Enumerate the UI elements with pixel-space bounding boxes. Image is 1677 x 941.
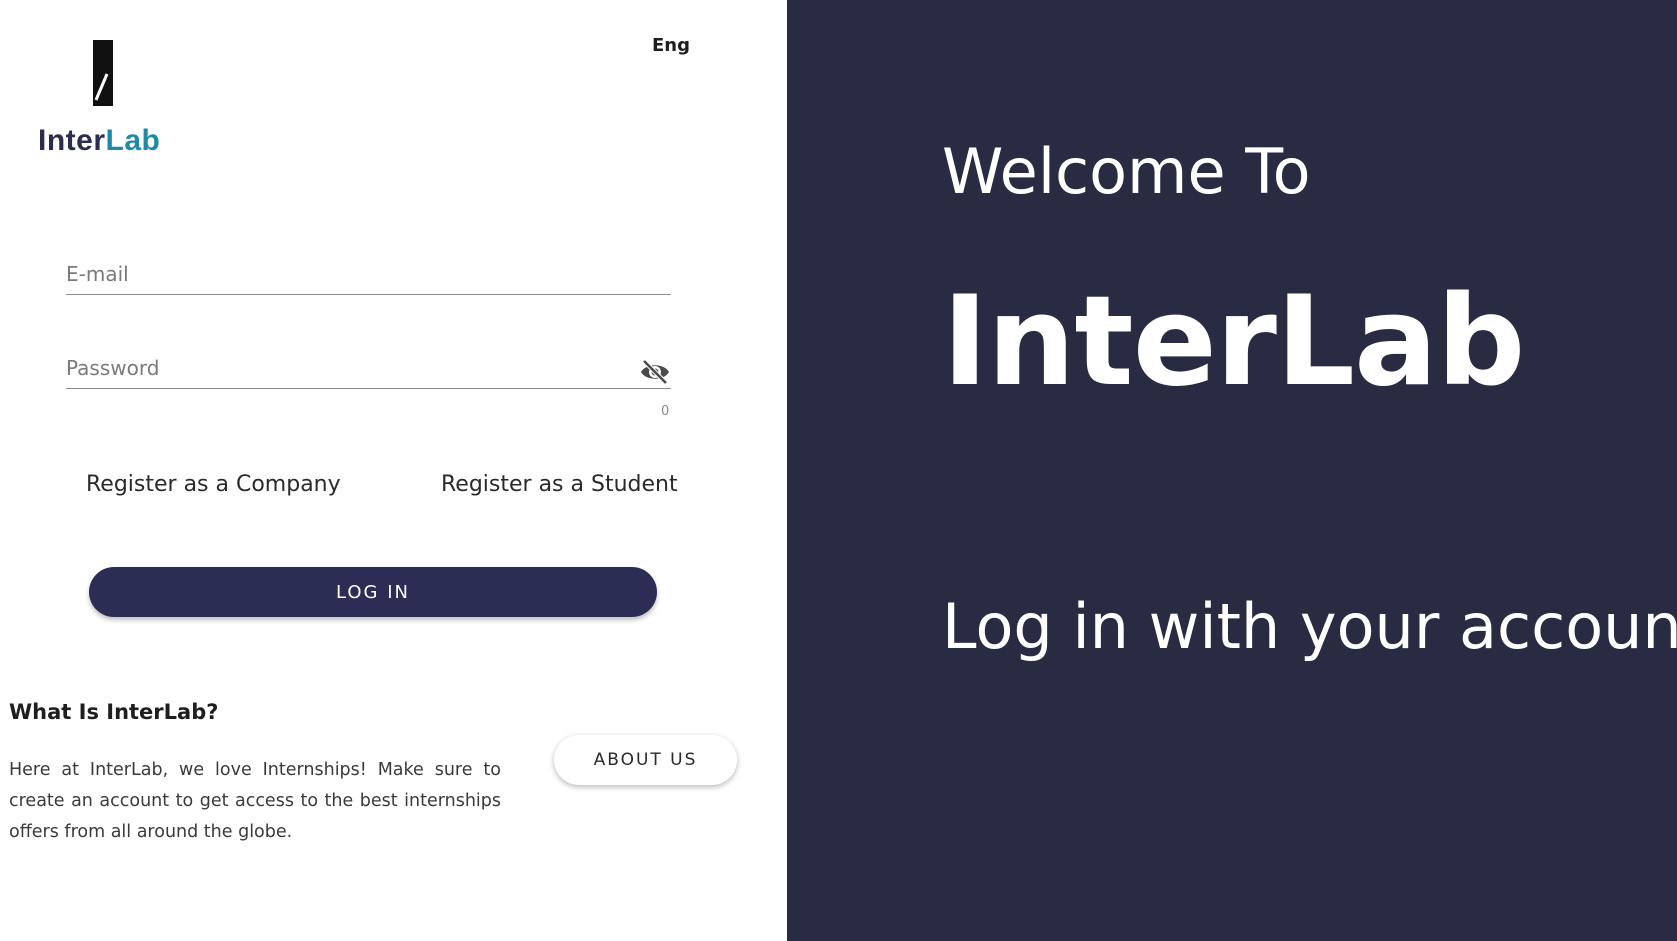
brand-heading: InterLab [942,270,1525,414]
login-page: InterLab Eng 0 Register as a Company Reg… [0,0,1677,941]
logo-text-lab: Lab [105,124,161,157]
welcome-panel: Welcome To InterLab Log in with your acc… [787,0,1677,941]
email-field [66,262,671,295]
eye-off-icon[interactable] [639,358,671,386]
password-field [66,356,671,389]
logo-wordmark: InterLab [38,124,160,158]
register-student-link[interactable]: Register as a Student [441,472,678,497]
interlab-logo: InterLab [36,38,168,164]
logo-mark-icon [93,40,113,106]
login-panel: InterLab Eng 0 Register as a Company Reg… [0,0,787,941]
welcome-heading: Welcome To [942,135,1311,208]
about-us-button[interactable]: ABOUT US [554,735,737,785]
logo-text-inter: Inter [38,124,106,157]
login-subheading: Log in with your account [942,590,1677,663]
about-heading: What Is InterLab? [9,700,219,724]
login-button[interactable]: LOG IN [89,567,657,617]
email-input[interactable] [66,262,671,294]
about-description: Here at InterLab, we love Internships! M… [9,760,501,842]
language-selector[interactable]: Eng [652,35,690,56]
register-company-link[interactable]: Register as a Company [86,472,341,497]
password-input[interactable] [66,356,671,388]
password-character-counter: 0 [661,404,670,419]
